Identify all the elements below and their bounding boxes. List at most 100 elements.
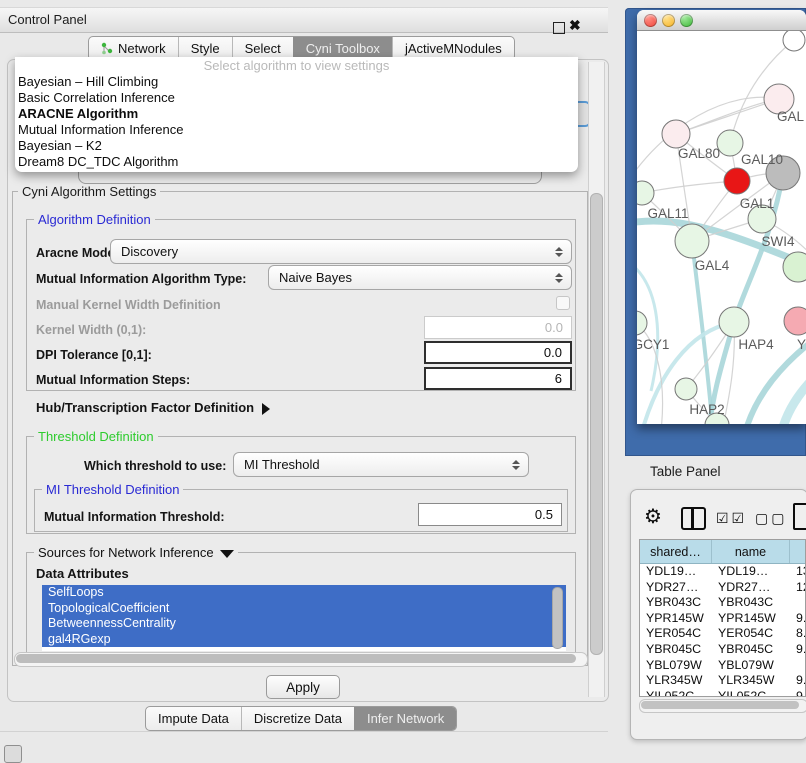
checked-boxes-icon[interactable]: ☑☑ bbox=[716, 510, 747, 527]
table-row[interactable]: YLR345WYLR345W9. bbox=[640, 673, 805, 689]
mi-threshold-label: Mutual Information Threshold: bbox=[44, 510, 225, 524]
algorithm-option[interactable]: Mutual Information Inference bbox=[15, 122, 578, 138]
table-cell: YBR043C bbox=[712, 595, 790, 611]
table-cell: YLR345W bbox=[640, 673, 712, 689]
settings-scrollbar-thumb[interactable] bbox=[590, 193, 603, 655]
table-row[interactable]: YIL052CYIL052C9. bbox=[640, 689, 805, 697]
data-attribute-item[interactable]: SelfLoops bbox=[42, 585, 566, 601]
table-column-header[interactable]: name bbox=[712, 540, 790, 563]
table-cell: YPR145W bbox=[640, 611, 712, 627]
table-cell: YER054C bbox=[640, 626, 712, 642]
close-panel-icon[interactable]: ✖ bbox=[569, 17, 581, 34]
network-node[interactable] bbox=[784, 307, 806, 335]
table-cell: YBR045C bbox=[640, 642, 712, 658]
network-node-label: Y bbox=[797, 337, 806, 352]
bottom-tab-discretize-data[interactable]: Discretize Data bbox=[241, 707, 354, 730]
network-graph: GALGAL80GAL10GAL11GAL1SWI4GAL4GCY1HAP4YH… bbox=[637, 31, 806, 424]
mi-threshold-input[interactable]: 0.5 bbox=[418, 503, 562, 526]
dpi-tolerance-input[interactable]: 0.0 bbox=[424, 341, 572, 364]
data-attribute-item[interactable]: TopologicalCoefficient bbox=[42, 601, 566, 617]
table-cell: 9. bbox=[790, 673, 806, 689]
table-scrollbar-thumb[interactable] bbox=[641, 701, 799, 709]
unchecked-boxes-icon[interactable]: ▢▢ bbox=[755, 510, 787, 527]
horizontal-scrollbar-thumb[interactable] bbox=[16, 654, 576, 663]
network-node[interactable] bbox=[637, 311, 647, 335]
table-cell: YBR045C bbox=[712, 642, 790, 658]
network-canvas[interactable]: GALGAL80GAL10GAL11GAL1SWI4GAL4GCY1HAP4YH… bbox=[637, 31, 806, 424]
network-node[interactable] bbox=[675, 378, 697, 400]
network-node[interactable] bbox=[675, 224, 709, 258]
algorithm-option[interactable]: Bayesian – Hill Climbing bbox=[15, 74, 578, 90]
network-node-label: GAL4 bbox=[695, 258, 730, 273]
kernel-width-label: Kernel Width (0,1): bbox=[36, 323, 146, 337]
network-node-label: GAL80 bbox=[678, 146, 720, 161]
table-cell: YDR27… bbox=[640, 580, 712, 596]
table-column-header[interactable]: shared… bbox=[640, 540, 712, 563]
hub-definition-label: Hub/Transcription Factor Definition bbox=[36, 400, 254, 415]
mi-algorithm-type-select[interactable]: Naive Bayes bbox=[268, 265, 572, 290]
table-row[interactable]: YDR27…YDR27…12 bbox=[640, 580, 805, 596]
expand-right-icon bbox=[262, 403, 270, 415]
tab-label: jActiveMNodules bbox=[405, 41, 502, 56]
network-node[interactable] bbox=[717, 130, 743, 156]
which-threshold-select[interactable]: MI Threshold bbox=[233, 452, 529, 477]
table-cell: YBL079W bbox=[640, 658, 712, 674]
network-window-titlebar[interactable] bbox=[637, 10, 806, 31]
algorithm-option[interactable]: Basic Correlation Inference bbox=[15, 90, 578, 106]
network-node[interactable] bbox=[724, 168, 750, 194]
float-panel-icon[interactable] bbox=[553, 22, 565, 34]
network-edge bbox=[676, 99, 779, 134]
aracne-mode-select[interactable]: Discovery bbox=[110, 239, 572, 264]
close-window-icon[interactable] bbox=[644, 14, 657, 27]
table-cell: YBL079W bbox=[712, 658, 790, 674]
mi-steps-input[interactable]: 6 bbox=[424, 367, 572, 390]
network-graph-icon bbox=[101, 42, 113, 55]
data-attribute-item[interactable]: gal4RGexp bbox=[42, 632, 566, 648]
bottom-tab-infer-network[interactable]: Infer Network bbox=[354, 707, 456, 730]
network-node[interactable] bbox=[719, 307, 749, 337]
network-node-label: GAL10 bbox=[741, 152, 783, 167]
algorithm-dropdown-popup: Select algorithm to view settings Bayesi… bbox=[15, 57, 578, 172]
node-table-header[interactable]: shared…name bbox=[640, 540, 805, 564]
node-table[interactable]: shared…name YDL19…YDL19…13YDR27…YDR27…12… bbox=[639, 539, 806, 697]
table-row[interactable]: YBR045CYBR045C9. bbox=[640, 642, 805, 658]
zoom-window-icon[interactable] bbox=[680, 14, 693, 27]
kernel-width-input[interactable]: 0.0 bbox=[424, 316, 572, 339]
data-attributes-label: Data Attributes bbox=[36, 566, 129, 581]
mi-threshold-group-title: MI Threshold Definition bbox=[42, 482, 183, 497]
spinner-arrows-icon bbox=[512, 460, 520, 470]
table-row[interactable]: YBR043CYBR043C bbox=[640, 595, 805, 611]
table-cell: YDR27… bbox=[712, 580, 790, 596]
algorithm-option[interactable]: Dream8 DC_TDC Algorithm bbox=[15, 154, 578, 170]
table-row[interactable]: YPR145WYPR145W9. bbox=[640, 611, 805, 627]
hub-definition-toggle[interactable]: Hub/Transcription Factor Definition bbox=[36, 400, 270, 415]
bottom-tab-impute-data[interactable]: Impute Data bbox=[146, 707, 241, 730]
table-row[interactable]: YER054CYER054C8. bbox=[640, 626, 805, 642]
minimized-panel-icon[interactable] bbox=[4, 745, 22, 763]
attributes-scrollbar-thumb[interactable] bbox=[552, 587, 563, 649]
cyni-settings-group-title: Cyni Algorithm Settings bbox=[18, 184, 160, 199]
split-column-icon[interactable] bbox=[681, 507, 706, 530]
table-cell: YLR345W bbox=[712, 673, 790, 689]
sources-group-title: Sources for Network Inference bbox=[38, 545, 214, 560]
gear-icon[interactable]: ⚙ bbox=[644, 504, 662, 529]
network-edge bbox=[637, 97, 779, 191]
network-node[interactable] bbox=[662, 120, 690, 148]
network-node-label: HAP2 bbox=[689, 402, 724, 417]
which-threshold-label: Which threshold to use: bbox=[84, 459, 226, 473]
data-attributes-list: SelfLoopsTopologicalCoefficientBetweenne… bbox=[42, 585, 566, 651]
apply-button[interactable]: Apply bbox=[266, 675, 340, 699]
document-icon[interactable] bbox=[793, 503, 806, 530]
sources-group-toggle[interactable]: Sources for Network Inference bbox=[34, 545, 238, 560]
table-row[interactable]: YDL19…YDL19…13 bbox=[640, 564, 805, 580]
network-view-window[interactable]: GALGAL80GAL10GAL11GAL1SWI4GAL4GCY1HAP4YH… bbox=[637, 10, 806, 424]
table-column-header[interactable] bbox=[790, 540, 806, 563]
table-panel-title: Table Panel bbox=[650, 464, 721, 479]
table-row[interactable]: YBL079WYBL079W bbox=[640, 658, 805, 674]
manual-kernel-width-checkbox[interactable] bbox=[556, 296, 570, 310]
data-attribute-item[interactable]: BetweennessCentrality bbox=[42, 616, 566, 632]
network-node[interactable] bbox=[783, 31, 805, 51]
minimize-window-icon[interactable] bbox=[662, 14, 675, 27]
algorithm-option[interactable]: ARACNE Algorithm bbox=[15, 106, 578, 122]
algorithm-option[interactable]: Bayesian – K2 bbox=[15, 138, 578, 154]
